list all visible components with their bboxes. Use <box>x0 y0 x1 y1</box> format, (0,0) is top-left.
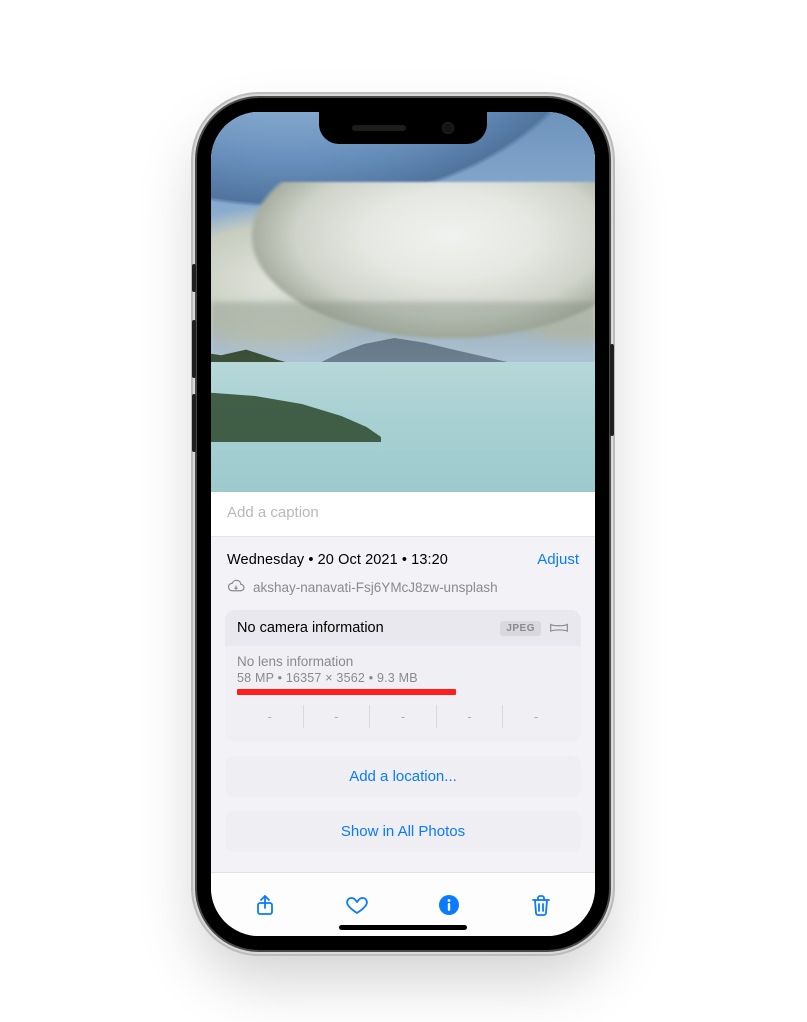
camera-info-body: No lens information 58 MP • 16357 × 3562… <box>225 646 581 742</box>
power-button <box>610 344 614 436</box>
add-location-button[interactable]: Add a location... <box>225 756 581 797</box>
share-button[interactable] <box>243 883 287 927</box>
info-button[interactable] <box>427 883 471 927</box>
camera-info-header: No camera information JPEG <box>225 610 581 646</box>
mute-switch <box>192 264 196 292</box>
meta-section: Wednesday • 20 Oct 2021 • 13:20 Adjust a… <box>211 537 595 596</box>
exif-segment: - <box>303 705 370 728</box>
trash-icon <box>529 893 553 917</box>
cloud-download-icon <box>227 578 245 596</box>
photo-filename: akshay-nanavati-Fsj6YMcJ8zw-unsplash <box>253 580 498 595</box>
screen: Wednesday • 20 Oct 2021 • 13:20 Adjust a… <box>211 112 595 936</box>
caption-row <box>211 492 595 537</box>
photo-preview[interactable] <box>211 112 595 492</box>
panorama-icon <box>549 622 569 634</box>
adjust-button[interactable]: Adjust <box>537 551 579 568</box>
exif-segment: - <box>237 705 303 728</box>
info-icon <box>437 893 461 917</box>
exif-segment: - <box>436 705 503 728</box>
home-indicator[interactable] <box>339 925 467 930</box>
share-icon <box>253 893 277 917</box>
notch <box>319 112 487 144</box>
show-in-all-photos-button[interactable]: Show in All Photos <box>225 811 581 852</box>
annotation-red-underline <box>237 689 456 695</box>
volume-down-button <box>192 394 196 452</box>
volume-up-button <box>192 320 196 378</box>
camera-info-title: No camera information <box>237 620 384 636</box>
file-row: akshay-nanavati-Fsj6YMcJ8zw-unsplash <box>227 578 579 596</box>
format-badges: JPEG <box>500 621 569 636</box>
exif-segment: - <box>369 705 436 728</box>
lens-info-line: No lens information <box>237 654 569 669</box>
format-badge-jpeg: JPEG <box>500 621 541 636</box>
action-buttons: Add a location... Show in All Photos <box>211 742 595 852</box>
camera-info-card: No camera information JPEG No lens infor… <box>225 610 581 742</box>
photo-spec-line: 58 MP • 16357 × 3562 • 9.3 MB <box>237 671 569 685</box>
exif-segments: - - - - - <box>237 705 569 728</box>
iphone-frame: Wednesday • 20 Oct 2021 • 13:20 Adjust a… <box>197 98 609 950</box>
front-camera <box>442 122 454 134</box>
caption-input[interactable] <box>227 504 579 521</box>
exif-segment: - <box>502 705 569 728</box>
earpiece-speaker <box>352 125 406 131</box>
favorite-button[interactable] <box>335 883 379 927</box>
heart-icon <box>345 893 369 917</box>
delete-button[interactable] <box>519 883 563 927</box>
photo-date-time: Wednesday • 20 Oct 2021 • 13:20 <box>227 552 448 568</box>
